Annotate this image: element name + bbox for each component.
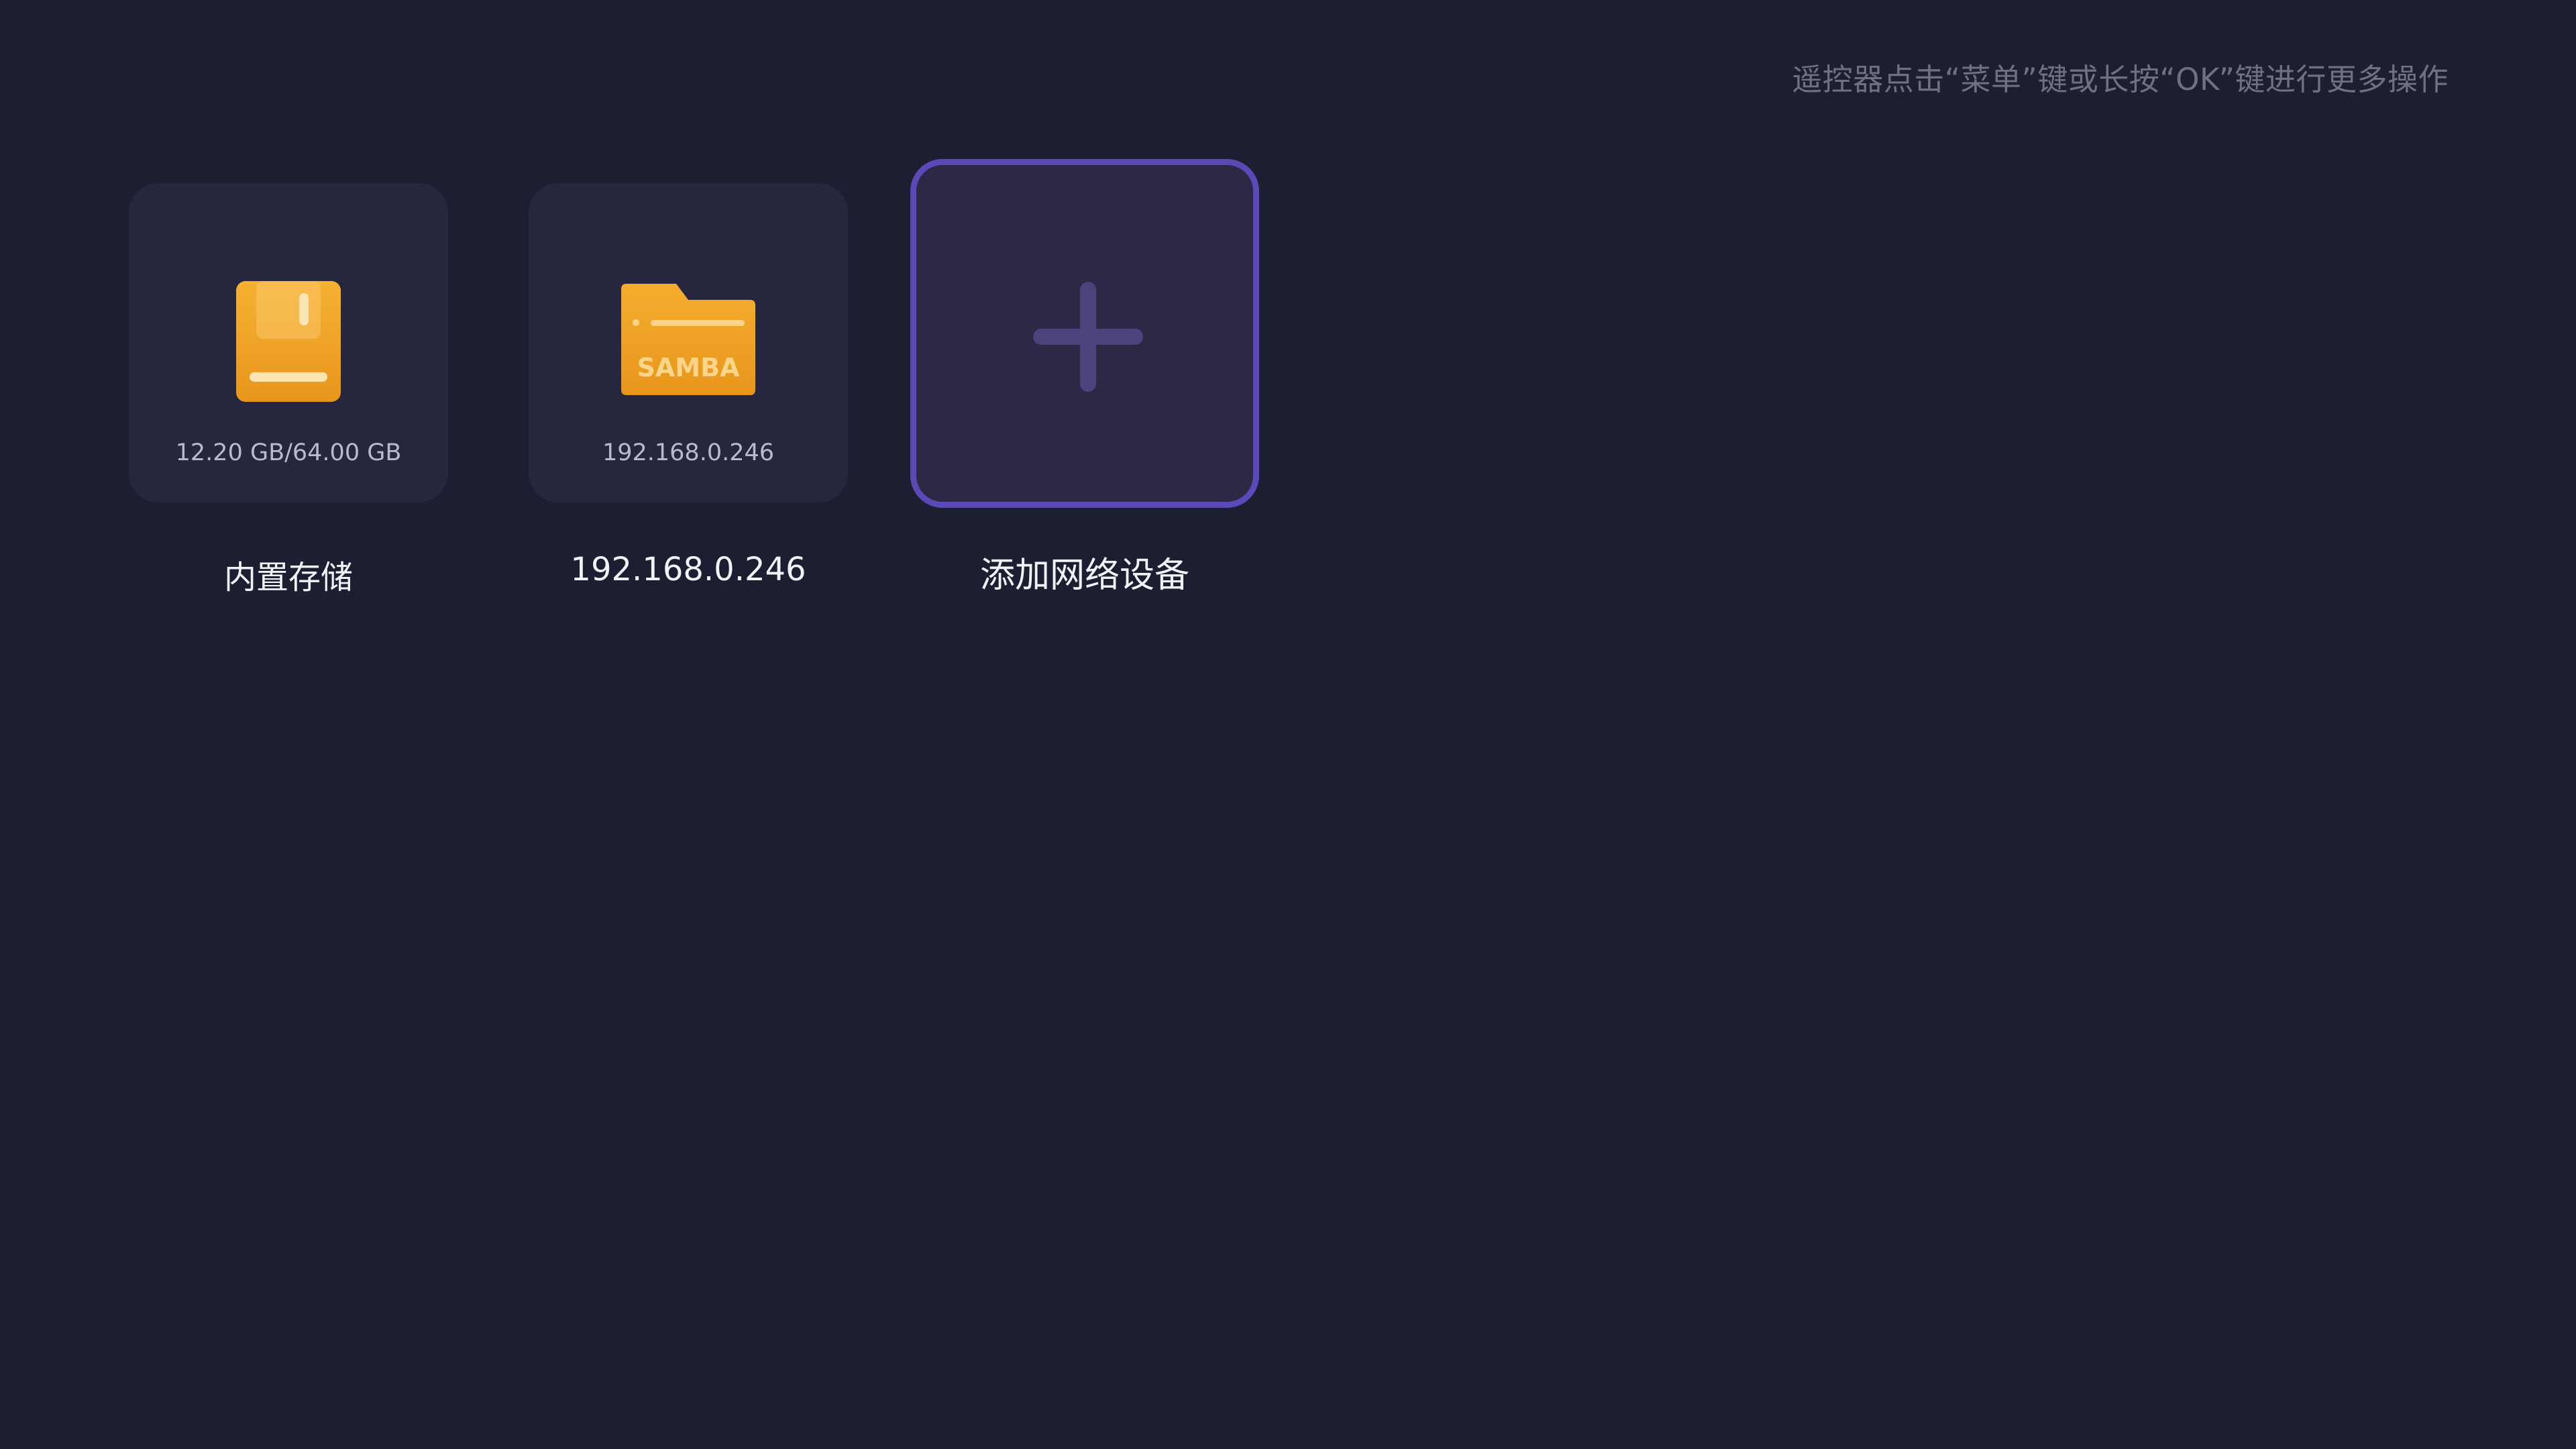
device-label: 内置存储 — [223, 559, 353, 596]
storage-usage: 12.20 GB/64.00 GB — [175, 439, 402, 466]
add-network-device-label: 添加网络设备 — [979, 555, 1189, 596]
samba-icon-text: SAMBA — [637, 353, 741, 382]
file-manager-screen: 遥控器点击“菜单”键或长按“OK”键进行更多操作 12.20 GB/64.00 … — [0, 0, 2576, 1449]
device-tile[interactable]: 12.20 GB/64.00 GB — [129, 183, 448, 502]
device-label: 192.168.0.246 — [570, 551, 806, 588]
storage-card-icon — [236, 281, 341, 402]
samba-folder-icon: SAMBA — [621, 284, 755, 395]
device-tile[interactable]: SAMBA 192.168.0.246 — [529, 183, 848, 502]
plus-icon — [1033, 282, 1143, 392]
add-network-device-button[interactable] — [910, 159, 1259, 508]
samba-address: 192.168.0.246 — [602, 439, 775, 466]
remote-hint-text: 遥控器点击“菜单”键或长按“OK”键进行更多操作 — [1792, 62, 2449, 97]
